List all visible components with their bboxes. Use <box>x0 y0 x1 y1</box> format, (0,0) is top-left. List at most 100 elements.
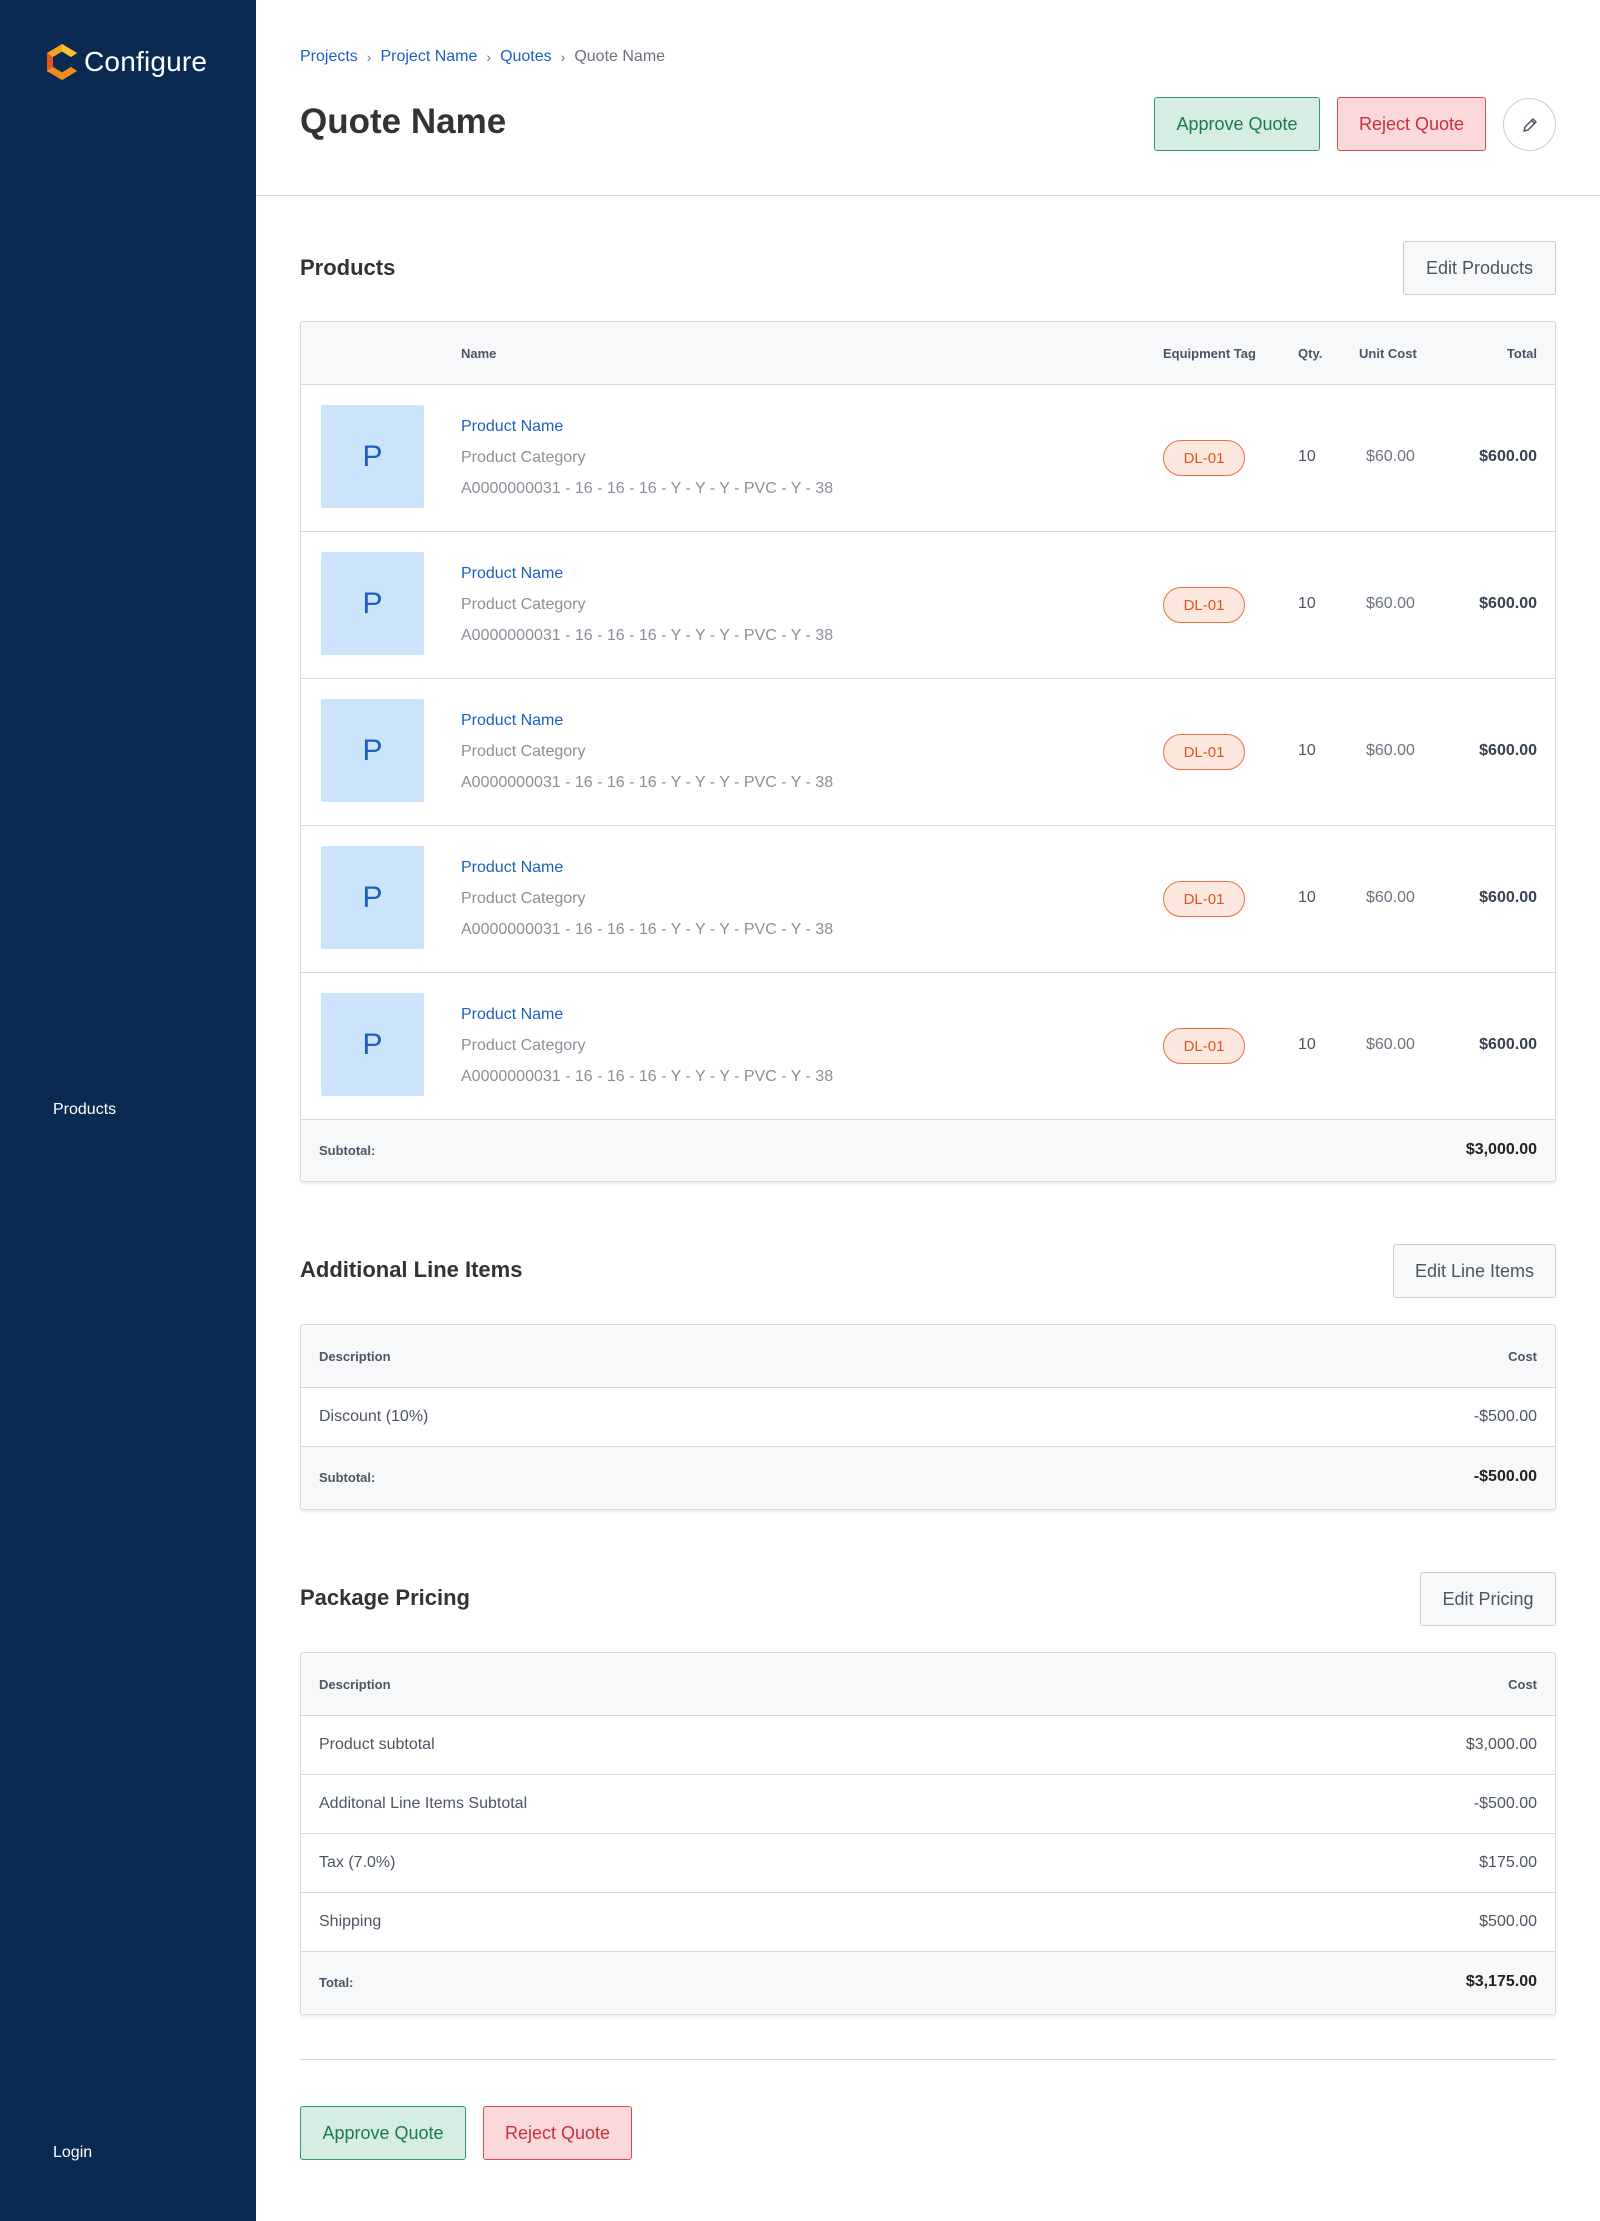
sidebar-item-login[interactable]: Login <box>53 2144 92 2162</box>
product-name-link[interactable]: Product Name <box>461 565 563 583</box>
edit-products-button[interactable]: Edit Products <box>1403 241 1556 295</box>
product-total: $600.00 <box>1479 448 1537 465</box>
column-header-cost: Cost <box>1508 1349 1537 1364</box>
product-qty: 10 <box>1298 1036 1316 1053</box>
column-header-description: Description <box>319 1349 391 1364</box>
product-unit-cost: $60.00 <box>1366 1036 1415 1053</box>
pricing-cost: $175.00 <box>1479 1854 1537 1871</box>
chevron-right-icon: › <box>560 49 566 65</box>
line-item-description: Discount (10%) <box>319 1408 429 1425</box>
configure-logo-icon <box>47 44 77 80</box>
product-name-link[interactable]: Product Name <box>461 1006 563 1024</box>
edit-line-items-button[interactable]: Edit Line Items <box>1393 1244 1556 1298</box>
products-table: Name Equipment Tag Qty. Unit Cost Total … <box>300 321 1556 1182</box>
equipment-tag-badge: DL-01 <box>1163 881 1245 917</box>
edit-pricing-button[interactable]: Edit Pricing <box>1420 1572 1556 1626</box>
pricing-cost: $3,000.00 <box>1465 1736 1537 1753</box>
breadcrumb-projects[interactable]: Projects <box>300 48 358 66</box>
product-thumbnail: P <box>321 846 424 949</box>
subtotal-label: Subtotal: <box>319 1143 376 1158</box>
product-category: Product Category <box>461 743 586 760</box>
pricing-description: Product subtotal <box>319 1736 435 1753</box>
product-unit-cost: $60.00 <box>1366 595 1415 612</box>
divider <box>300 2059 1556 2060</box>
main-content: Projects › Project Name › Quotes › Quote… <box>256 0 1600 2221</box>
column-header-cost: Cost <box>1508 1677 1537 1692</box>
table-row: P Product Name Product Category A0000000… <box>301 973 1555 1120</box>
pricing-cost: $500.00 <box>1479 1913 1537 1930</box>
pencil-icon <box>1522 117 1537 132</box>
product-sku: A0000000031 - 16 - 16 - 16 - Y - Y - Y -… <box>461 921 834 938</box>
product-total: $600.00 <box>1479 742 1537 759</box>
line-items-section-title: Additional Line Items <box>300 1257 523 1282</box>
pricing-cost: -$500.00 <box>1473 1795 1537 1812</box>
subtotal-label: Subtotal: <box>319 1470 376 1485</box>
table-header: Description Cost <box>301 1325 1555 1388</box>
breadcrumb-project-name[interactable]: Project Name <box>380 48 477 66</box>
product-total: $600.00 <box>1479 595 1537 612</box>
table-header: Name Equipment Tag Qty. Unit Cost Total <box>301 322 1555 385</box>
total-label: Total: <box>319 1975 354 1990</box>
column-header-unit-cost: Unit Cost <box>1359 346 1417 361</box>
product-thumbnail: P <box>321 405 424 508</box>
pricing-description: Shipping <box>319 1913 382 1930</box>
pricing-table: Description Cost Product subtotal $3,000… <box>300 1652 1556 2015</box>
products-subtotal-row: Subtotal: $3,000.00 <box>301 1120 1555 1181</box>
breadcrumb-current: Quote Name <box>574 48 666 65</box>
subtotal-value: -$500.00 <box>1473 1468 1537 1485</box>
table-row: Product subtotal $3,000.00 <box>301 1716 1555 1775</box>
pricing-description: Additonal Line Items Subtotal <box>319 1795 528 1812</box>
table-row: Discount (10%) -$500.00 <box>301 1388 1555 1447</box>
product-thumbnail: P <box>321 993 424 1096</box>
logo[interactable]: Configure <box>44 42 207 82</box>
product-name-link[interactable]: Product Name <box>461 859 563 877</box>
column-header-total: Total <box>1506 346 1537 361</box>
product-unit-cost: $60.00 <box>1366 448 1415 465</box>
product-qty: 10 <box>1298 742 1316 759</box>
chevron-right-icon: › <box>366 49 372 65</box>
product-sku: A0000000031 - 16 - 16 - 16 - Y - Y - Y -… <box>461 480 834 497</box>
edit-quote-button[interactable] <box>1503 98 1556 151</box>
column-header-description: Description <box>319 1677 391 1692</box>
line-item-cost: -$500.00 <box>1473 1408 1537 1425</box>
table-row: P Product Name Product Category A0000000… <box>301 679 1555 826</box>
chevron-right-icon: › <box>486 49 492 65</box>
table-row: P Product Name Product Category A0000000… <box>301 385 1555 532</box>
equipment-tag-badge: DL-01 <box>1163 440 1245 476</box>
product-category: Product Category <box>461 449 586 466</box>
product-qty: 10 <box>1298 595 1316 612</box>
product-sku: A0000000031 - 16 - 16 - 16 - Y - Y - Y -… <box>461 774 834 791</box>
product-unit-cost: $60.00 <box>1366 889 1415 906</box>
line-items-table: Description Cost Discount (10%) -$500.00… <box>300 1324 1556 1510</box>
approve-quote-button[interactable]: Approve Quote <box>1154 97 1320 151</box>
table-row: P Product Name Product Category A0000000… <box>301 826 1555 973</box>
product-thumbnail: P <box>321 699 424 802</box>
product-sku: A0000000031 - 16 - 16 - 16 - Y - Y - Y -… <box>461 627 834 644</box>
page-header: Projects › Project Name › Quotes › Quote… <box>256 0 1600 196</box>
reject-quote-button-bottom[interactable]: Reject Quote <box>483 2106 632 2160</box>
sidebar: Configure Products Login <box>0 0 256 2221</box>
table-header: Description Cost <box>301 1653 1555 1716</box>
equipment-tag-badge: DL-01 <box>1163 734 1245 770</box>
product-total: $600.00 <box>1479 1036 1537 1053</box>
table-row: Additonal Line Items Subtotal -$500.00 <box>301 1775 1555 1834</box>
product-sku: A0000000031 - 16 - 16 - 16 - Y - Y - Y -… <box>461 1068 834 1085</box>
reject-quote-button[interactable]: Reject Quote <box>1337 97 1486 151</box>
sidebar-item-products[interactable]: Products <box>53 1101 116 1119</box>
equipment-tag-badge: DL-01 <box>1163 587 1245 623</box>
product-unit-cost: $60.00 <box>1366 742 1415 759</box>
breadcrumb: Projects › Project Name › Quotes › Quote… <box>300 48 665 66</box>
table-row: Shipping $500.00 <box>301 1893 1555 1952</box>
column-header-qty: Qty. <box>1298 346 1323 361</box>
product-qty: 10 <box>1298 889 1316 906</box>
app-name: Configure <box>84 46 208 77</box>
product-category: Product Category <box>461 890 586 907</box>
approve-quote-button-bottom[interactable]: Approve Quote <box>300 2106 466 2160</box>
breadcrumb-quotes[interactable]: Quotes <box>500 48 552 66</box>
product-name-link[interactable]: Product Name <box>461 418 563 436</box>
table-row: Tax (7.0%) $175.00 <box>301 1834 1555 1893</box>
product-qty: 10 <box>1298 448 1316 465</box>
subtotal-value: $3,000.00 <box>1465 1141 1537 1158</box>
product-category: Product Category <box>461 1037 586 1054</box>
product-name-link[interactable]: Product Name <box>461 712 563 730</box>
